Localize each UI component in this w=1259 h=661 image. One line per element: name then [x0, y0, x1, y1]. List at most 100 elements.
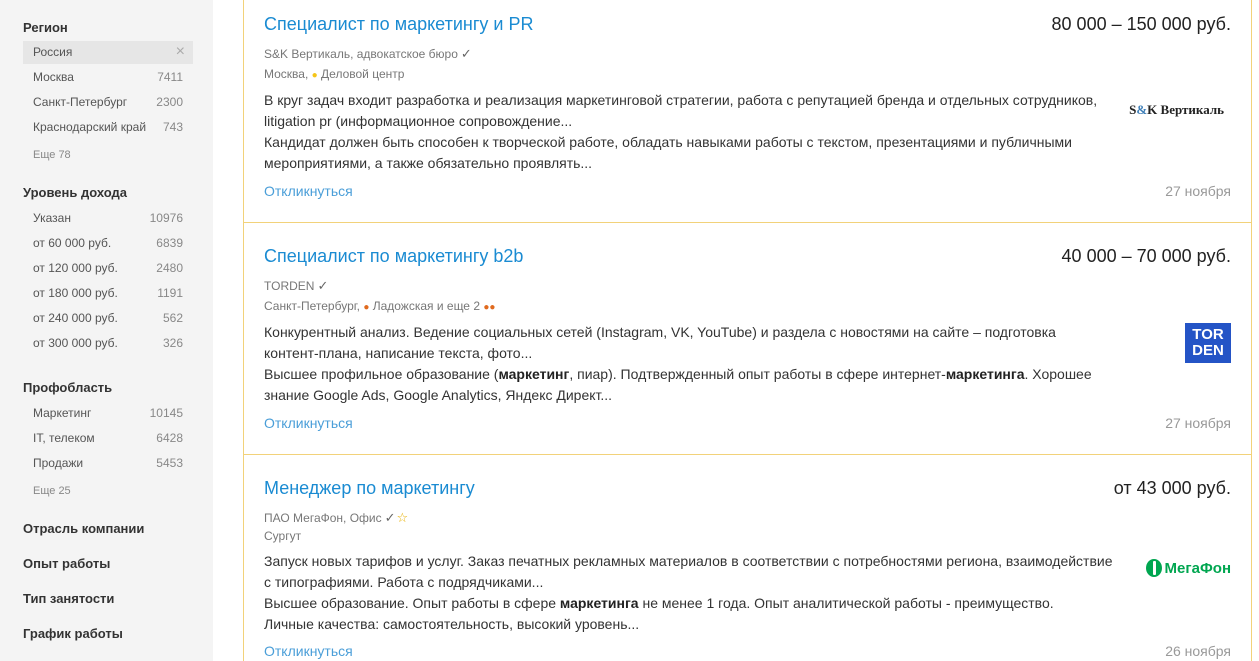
- vacancy-description: Конкурентный анализ. Ведение социальных …: [264, 322, 1114, 406]
- vacancy-address: Санкт-Петербург, ● Ладожская и еще 2 ●●: [264, 299, 495, 313]
- filter-item-label: от 240 000 руб.: [33, 311, 118, 325]
- filter-income-300000[interactable]: от 300 000 руб. 326: [23, 332, 193, 355]
- vacancy-company: S&K Вертикаль, адвокатское бюро ✓: [264, 46, 472, 62]
- filter-item-count: 7411: [157, 70, 183, 84]
- vacancy-city: Москва,: [264, 67, 309, 81]
- filter-income-specified[interactable]: Указан 10976: [23, 207, 193, 230]
- vacancy-card: Менеджер по маркетингу от 43 000 руб. ПА…: [243, 454, 1252, 661]
- filter-schedule-title[interactable]: График работы: [23, 626, 123, 641]
- vacancy-date: 27 ноября: [1165, 415, 1231, 431]
- filter-field-sales[interactable]: Продажи 5453: [23, 452, 193, 475]
- verified-check-icon: ✓: [460, 46, 472, 61]
- highlight-keyword: маркетинга: [945, 366, 1025, 382]
- vacancy-company: ПАО МегаФон, Офис ✓☆: [264, 510, 408, 526]
- vacancy-salary: 80 000 – 150 000 руб.: [1051, 14, 1231, 34]
- company-name-link[interactable]: TORDEN: [264, 279, 314, 293]
- vacancy-card: Специалист по маркетингу и PR 80 000 – 1…: [243, 0, 1252, 223]
- vacancy-title-link[interactable]: Специалист по маркетингу и PR: [264, 14, 533, 35]
- verified-check-icon: ✓: [384, 510, 396, 525]
- vacancy-description: В круг задач входит разработка и реализа…: [264, 90, 1114, 174]
- filter-item-count: 2300: [156, 95, 183, 109]
- filter-item-label: от 300 000 руб.: [33, 336, 118, 350]
- vacancy-title-link[interactable]: Специалист по маркетингу b2b: [264, 246, 523, 267]
- close-icon[interactable]: ×: [176, 43, 185, 61]
- vacancy-metro: Деловой центр: [321, 67, 405, 81]
- filter-item-label: Указан: [33, 211, 71, 225]
- company-name-link[interactable]: S&K Вертикаль, адвокатское бюро: [264, 47, 458, 61]
- verified-check-icon: ✓: [317, 278, 329, 293]
- filter-employment-title[interactable]: Тип занятости: [23, 591, 114, 606]
- vacancy-title-link[interactable]: Менеджер по маркетингу: [264, 478, 475, 499]
- filter-item-count: 6839: [156, 236, 183, 250]
- vacancy-description: Запуск новых тарифов и услуг. Заказ печа…: [264, 551, 1114, 635]
- company-name-link[interactable]: ПАО МегаФон, Офис: [264, 511, 382, 525]
- vacancy-city: Сургут: [264, 529, 302, 543]
- filter-item-count: 743: [162, 120, 183, 134]
- filter-region-spb[interactable]: Санкт-Петербург 2300: [23, 91, 193, 114]
- vacancy-requirements: Высшее образование. Опыт работы в сфере …: [264, 595, 1054, 611]
- filter-experience-title[interactable]: Опыт работы: [23, 556, 110, 571]
- filter-item-label: от 120 000 руб.: [33, 261, 118, 275]
- filter-item-count: 326: [162, 336, 183, 350]
- vacancy-metro: Ладожская и еще 2: [372, 299, 480, 313]
- vacancy-date: 27 ноября: [1165, 183, 1231, 199]
- filter-item-label: Маркетинг: [33, 406, 92, 420]
- apply-button[interactable]: Откликнуться: [264, 183, 353, 199]
- filter-item-label: Продажи: [33, 456, 84, 470]
- filter-item-count: 562: [162, 311, 183, 325]
- company-logo[interactable]: TOR DEN: [1185, 323, 1231, 363]
- vacancy-card: Специалист по маркетингу b2b 40 000 – 70…: [243, 222, 1252, 455]
- filter-region-krasnodar[interactable]: Краснодарский край 743: [23, 116, 193, 139]
- vacancy-responsibilities: Запуск новых тарифов и услуг. Заказ печа…: [264, 553, 1113, 590]
- vacancy-address: Москва, ● Деловой центр: [264, 67, 404, 81]
- filter-item-count: 5453: [156, 456, 183, 470]
- filter-industry-title[interactable]: Отрасль компании: [23, 521, 144, 536]
- filter-item-count: 2480: [156, 261, 183, 275]
- metro-dot-icon: ●: [489, 302, 496, 313]
- filter-item-label: Краснодарский край: [33, 120, 147, 134]
- filter-income-120000[interactable]: от 120 000 руб. 2480: [23, 257, 193, 280]
- filter-field-marketing[interactable]: Маркетинг 10145: [23, 402, 193, 425]
- filter-income-240000[interactable]: от 240 000 руб. 562: [23, 307, 193, 330]
- metro-dot-icon: ●: [311, 70, 318, 81]
- filter-field-title[interactable]: Профобласть: [23, 380, 112, 395]
- filter-region-more-link[interactable]: Еще 78: [33, 149, 71, 161]
- filter-item-count: 10145: [149, 406, 183, 420]
- filter-item-label: от 60 000 руб.: [33, 236, 112, 250]
- filter-item-label: IT, телеком: [33, 431, 95, 445]
- vacancy-date: 26 ноября: [1165, 643, 1231, 659]
- filter-field-it[interactable]: IT, телеком 6428: [23, 427, 193, 450]
- filter-region-title[interactable]: Регион: [23, 20, 68, 35]
- apply-button[interactable]: Откликнуться: [264, 643, 353, 659]
- filter-item-label: Москва: [33, 70, 74, 84]
- filter-item-label: Санкт-Петербург: [33, 95, 128, 109]
- megafon-logo-icon: [1145, 559, 1162, 577]
- filter-region-moscow[interactable]: Москва 7411: [23, 66, 193, 89]
- company-logo[interactable]: S&K Вертикаль: [1129, 102, 1224, 118]
- filter-item-label: от 180 000 руб.: [33, 286, 118, 300]
- filter-item-count: 10976: [149, 211, 183, 225]
- filter-item-count: 1191: [157, 286, 183, 300]
- filter-income-180000[interactable]: от 180 000 руб. 1191: [23, 282, 193, 305]
- vacancy-city: Санкт-Петербург,: [264, 299, 360, 313]
- vacancy-responsibilities: В круг задач входит разработка и реализа…: [264, 92, 1098, 129]
- filter-region-russia[interactable]: Россия ×: [23, 41, 193, 64]
- filter-item-label: Россия: [33, 45, 73, 59]
- metro-dot-icon: ●: [363, 302, 370, 313]
- filter-item-count: 6428: [156, 431, 183, 445]
- vacancy-responsibilities: Конкурентный анализ. Ведение социальных …: [264, 324, 1056, 361]
- filters-sidebar: Регион Россия × Москва 7411 Санкт-Петерб…: [0, 0, 213, 661]
- apply-button[interactable]: Откликнуться: [264, 415, 353, 431]
- company-logo[interactable]: МегаФон: [1145, 559, 1231, 577]
- star-icon: ☆: [396, 510, 409, 525]
- vacancy-salary: 40 000 – 70 000 руб.: [1061, 246, 1231, 266]
- filter-income-60000[interactable]: от 60 000 руб. 6839: [23, 232, 193, 255]
- highlight-keyword: маркетинг: [498, 366, 570, 382]
- vacancy-company: TORDEN ✓: [264, 278, 328, 294]
- highlight-keyword: маркетинга: [559, 595, 639, 611]
- vacancy-qualities: Личные качества: самостоятельность, высо…: [264, 616, 640, 632]
- filter-field-more-link[interactable]: Еще 25: [33, 485, 71, 497]
- vacancy-requirements: Кандидат должен быть способен к творческ…: [264, 134, 1072, 171]
- vacancy-address: Сургут: [264, 529, 301, 543]
- filter-income-title[interactable]: Уровень дохода: [23, 185, 127, 200]
